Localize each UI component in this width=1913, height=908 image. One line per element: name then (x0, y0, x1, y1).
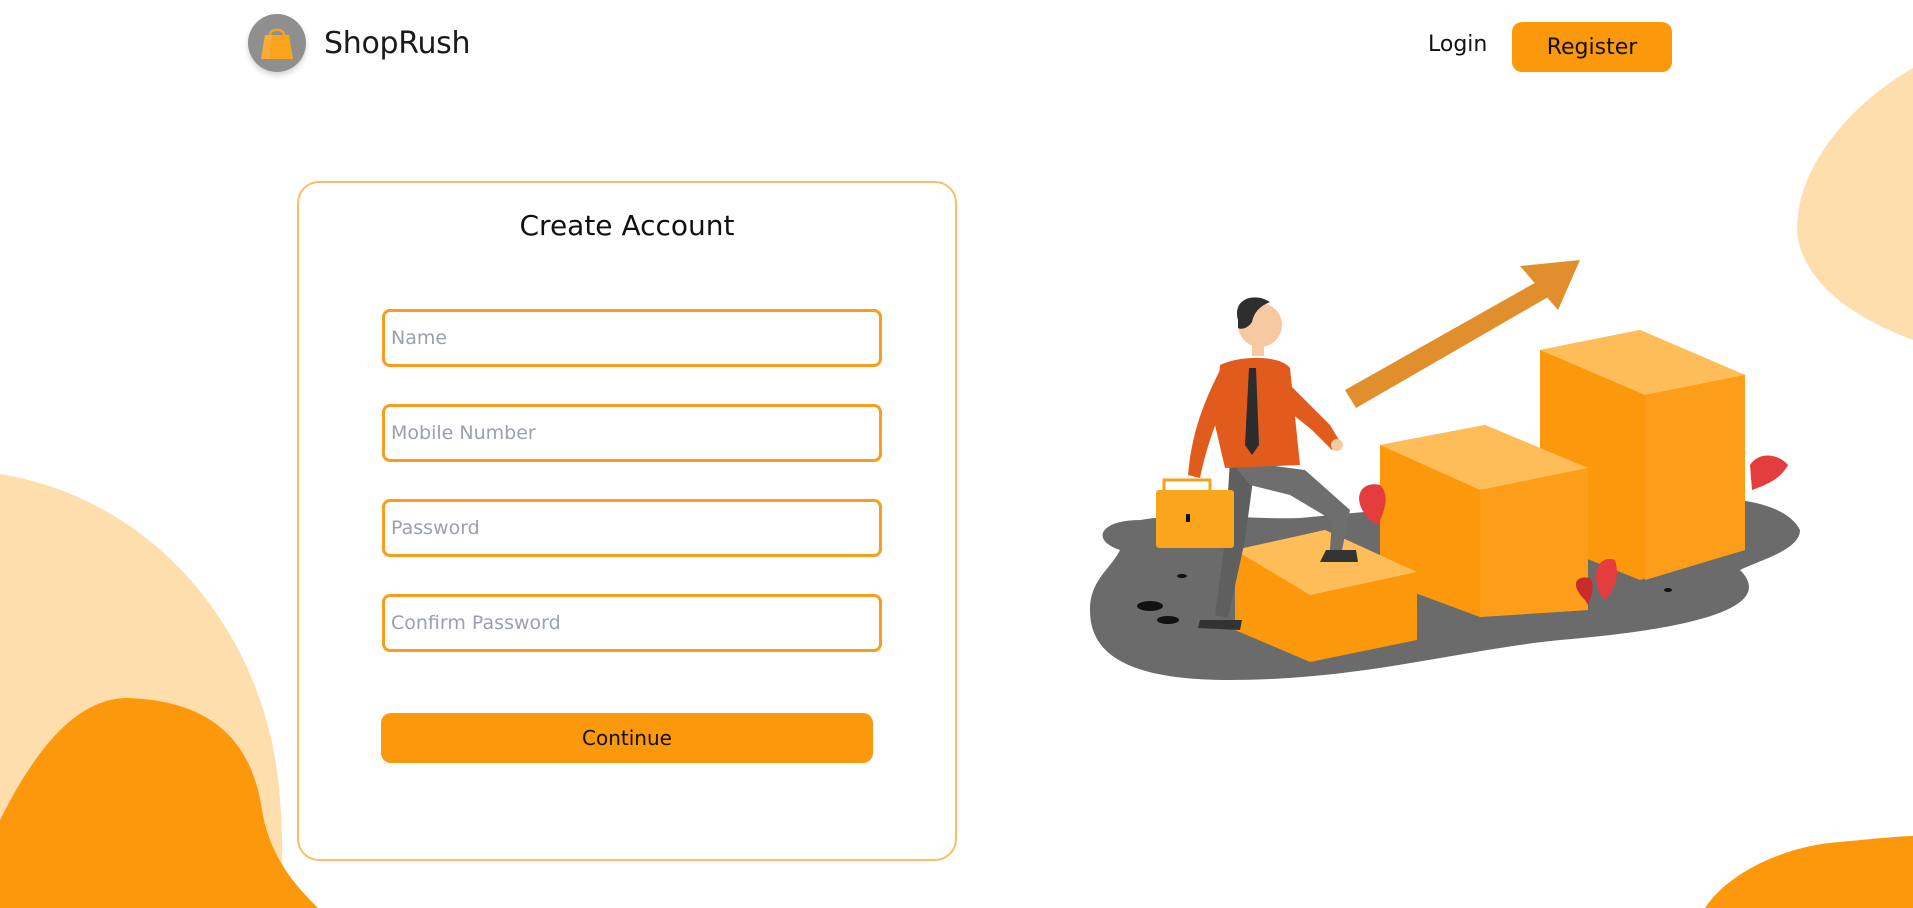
growth-illustration (1090, 260, 1800, 680)
right-orange-blob (1705, 836, 1913, 908)
register-button[interactable]: Register (1512, 22, 1672, 72)
ground-hole (1177, 574, 1187, 578)
top-navbar: ShopRush Login Register (0, 0, 1913, 92)
plant-leaf (1750, 455, 1788, 490)
password-input[interactable] (382, 499, 882, 557)
confirm-password-input[interactable] (382, 594, 882, 652)
login-link[interactable]: Login (1428, 32, 1487, 57)
logo[interactable] (248, 14, 306, 72)
create-account-card: Create Account Continue (297, 181, 957, 861)
briefcase-icon (1156, 478, 1234, 548)
continue-button[interactable]: Continue (381, 713, 873, 763)
name-input[interactable] (382, 309, 882, 367)
ground-hole (1664, 588, 1672, 592)
ground-hole (1157, 616, 1179, 624)
brand-name[interactable]: ShopRush (324, 26, 471, 61)
ground-hole (1137, 601, 1163, 611)
shopping-bag-icon (261, 28, 293, 59)
mobile-number-input[interactable] (382, 404, 882, 462)
right-light-blob (1797, 68, 1913, 340)
form-title: Create Account (519, 209, 735, 242)
